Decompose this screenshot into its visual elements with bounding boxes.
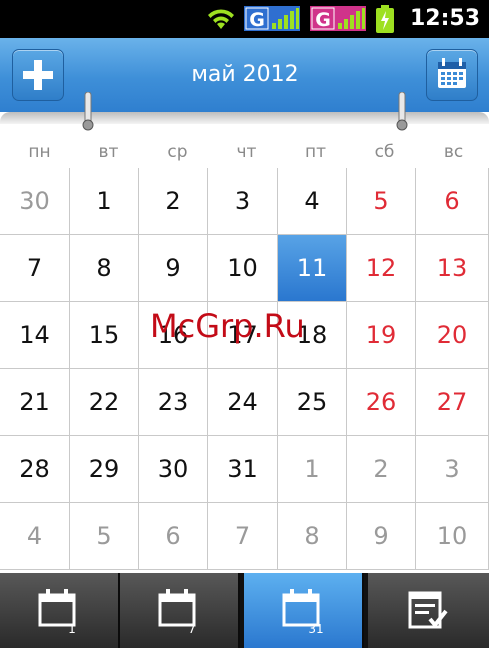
- task-list-icon: [408, 591, 448, 629]
- month-title[interactable]: май 2012: [140, 60, 350, 90]
- calendar-day-icon: 1: [38, 589, 76, 635]
- binder-ring-icon: [396, 92, 408, 131]
- day-cell[interactable]: 24: [208, 369, 278, 436]
- sim1-label: G: [249, 9, 265, 31]
- day-cell[interactable]: 5: [70, 503, 139, 570]
- day-cell[interactable]: 10: [208, 235, 278, 302]
- plus-icon: [23, 60, 53, 90]
- day-cell[interactable]: 9: [347, 503, 416, 570]
- month-grid: 30 1 2 3 4 5 6 7 8 9 10 11 12 13 14 15 16 17 18 19 20 21 22 23 2…: [0, 168, 489, 571]
- day-cell[interactable]: 19: [347, 302, 416, 369]
- day-cell[interactable]: 6: [416, 168, 489, 235]
- tab-task-list[interactable]: [368, 573, 489, 648]
- day-cell[interactable]: 7: [208, 503, 278, 570]
- day-cell[interactable]: 2: [139, 168, 208, 235]
- day-cell[interactable]: 21: [0, 369, 70, 436]
- status-bar: G G 12:53: [0, 0, 489, 38]
- day-cell[interactable]: 4: [278, 168, 347, 235]
- day-cell[interactable]: 12: [347, 235, 416, 302]
- day-cell[interactable]: 27: [416, 369, 489, 436]
- add-event-button[interactable]: [12, 49, 64, 101]
- weekday-label: вс: [443, 142, 464, 162]
- calendar-icon: [438, 58, 466, 88]
- weekday-label: ср: [167, 142, 188, 162]
- view-tab-bar: 1 7 31: [0, 573, 489, 648]
- day-cell[interactable]: 2: [347, 436, 416, 503]
- day-cell[interactable]: 20: [416, 302, 489, 369]
- day-cell[interactable]: 6: [139, 503, 208, 570]
- weekday-label: вт: [98, 142, 119, 162]
- battery-charging-icon: [376, 5, 394, 33]
- day-cell[interactable]: 22: [70, 369, 139, 436]
- day-cell[interactable]: 1: [278, 436, 347, 503]
- day-cell[interactable]: 7: [0, 235, 70, 302]
- day-cell[interactable]: 29: [70, 436, 139, 503]
- tab-week-view[interactable]: 7: [120, 573, 240, 648]
- calendar-month-icon: 31: [282, 589, 324, 635]
- tab-month-view[interactable]: 31: [244, 573, 364, 648]
- day-cell[interactable]: 9: [139, 235, 208, 302]
- week-badge: 7: [188, 622, 196, 635]
- calendar-week-icon: 7: [158, 589, 196, 635]
- clock-time: 12:53: [410, 6, 481, 31]
- day-cell[interactable]: 25: [278, 369, 347, 436]
- go-to-date-button[interactable]: [426, 49, 478, 101]
- day-cell[interactable]: 10: [416, 503, 489, 570]
- tab-day-view[interactable]: 1: [0, 573, 120, 648]
- month-badge: 31: [308, 622, 323, 635]
- sim1-signal-icon: G: [244, 6, 300, 31]
- day-cell[interactable]: 26: [347, 369, 416, 436]
- day-cell[interactable]: 14: [0, 302, 70, 369]
- weekday-label: чт: [236, 142, 257, 162]
- day-cell[interactable]: 4: [0, 503, 70, 570]
- binder-ring-icon: [82, 92, 94, 131]
- day-cell[interactable]: 30: [0, 168, 70, 235]
- day-cell[interactable]: 23: [139, 369, 208, 436]
- day-cell[interactable]: 8: [70, 235, 139, 302]
- day-cell[interactable]: 1: [70, 168, 139, 235]
- watermark: McGrp.Ru: [150, 307, 305, 345]
- day-cell[interactable]: 5: [347, 168, 416, 235]
- weekday-label: пн: [28, 142, 51, 162]
- weekday-label: пт: [304, 142, 327, 162]
- paper-edge: [0, 112, 489, 124]
- day-cell[interactable]: 3: [416, 436, 489, 503]
- weekday-label: сб: [374, 142, 395, 162]
- sim2-signal-icon: G: [310, 6, 366, 31]
- day-cell[interactable]: 31: [208, 436, 278, 503]
- wifi-icon: [208, 9, 234, 29]
- day-cell[interactable]: 30: [139, 436, 208, 503]
- day-cell[interactable]: 3: [208, 168, 278, 235]
- sim2-label: G: [315, 9, 331, 31]
- day-cell[interactable]: 8: [278, 503, 347, 570]
- day-cell[interactable]: 11: [278, 235, 347, 302]
- day-cell[interactable]: 28: [0, 436, 70, 503]
- calendar-header: май 2012: [0, 38, 489, 112]
- day-badge: 1: [68, 622, 76, 635]
- day-cell[interactable]: 15: [70, 302, 139, 369]
- day-cell[interactable]: 13: [416, 235, 489, 302]
